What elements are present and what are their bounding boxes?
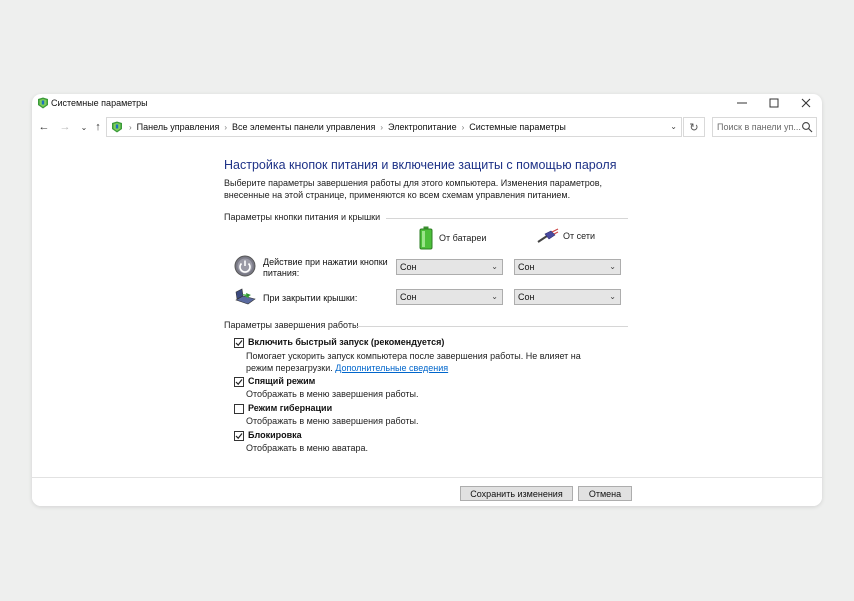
- breadcrumb-separator-icon: ›: [224, 122, 228, 132]
- ac-column-header: От сети: [537, 228, 595, 244]
- page-title: Настройка кнопок питания и включение защ…: [224, 158, 617, 172]
- hibernate-label: Режим гибернации: [248, 403, 333, 413]
- section-divider: [386, 218, 628, 219]
- lock-checkbox[interactable]: [234, 431, 244, 441]
- minimize-button[interactable]: [726, 94, 758, 112]
- refresh-button[interactable]: ↻: [683, 117, 705, 137]
- control-panel-icon: [38, 97, 48, 109]
- chevron-down-icon: ⌄: [80, 122, 88, 132]
- lid-close-ac-select[interactable]: Сон ⌄: [514, 289, 621, 305]
- maximize-button[interactable]: [758, 94, 790, 112]
- power-button-ac-value: Сон: [518, 262, 535, 272]
- breadcrumb: › Панель управления › Все элементы панел…: [124, 122, 566, 132]
- search-input[interactable]: [717, 120, 801, 134]
- breadcrumb-separator-icon: ›: [461, 122, 465, 132]
- lid-close-ac-value: Сон: [518, 292, 535, 302]
- dialog-footer: Сохранить изменения Отмена: [32, 477, 822, 506]
- forward-button[interactable]: →: [58, 119, 72, 135]
- power-plug-icon: [537, 228, 559, 243]
- fast-startup-checkbox[interactable]: [234, 338, 244, 348]
- lid-close-action-label: При закрытии крышки:: [263, 293, 358, 303]
- save-changes-button[interactable]: Сохранить изменения: [460, 486, 573, 501]
- shutdown-section-heading-text: Параметры завершения работы: [224, 320, 359, 330]
- hibernate-description: Отображать в меню завершения работы.: [246, 416, 419, 426]
- close-button[interactable]: [790, 94, 822, 112]
- arrow-up-icon: ↑: [95, 121, 101, 133]
- navigation-bar: ← → ⌄ ↑ › Панель управления › Все элемен…: [32, 116, 822, 138]
- arrow-left-icon: ←: [38, 121, 50, 133]
- ac-column-label: От сети: [563, 231, 595, 241]
- lock-option[interactable]: Блокировка: [234, 430, 302, 441]
- control-panel-icon: [112, 121, 122, 133]
- power-button-ac-select[interactable]: Сон ⌄: [514, 259, 621, 275]
- sleep-checkbox[interactable]: [234, 377, 244, 387]
- cancel-button[interactable]: Отмена: [578, 486, 632, 501]
- battery-column-header: От батареи: [419, 226, 486, 250]
- chevron-down-icon: ⌄: [491, 292, 498, 301]
- power-button-icon: [234, 255, 256, 277]
- breadcrumb-item-system-settings[interactable]: Системные параметры: [469, 122, 566, 132]
- power-button-battery-select[interactable]: Сон ⌄: [396, 259, 503, 275]
- checkmark-icon: [235, 433, 243, 440]
- power-button-action-label: Действие при нажатии кнопки питания:: [263, 257, 388, 278]
- title-bar: Системные параметры: [32, 94, 822, 114]
- chevron-down-icon: ⌄: [609, 262, 616, 271]
- battery-icon: [419, 226, 433, 250]
- more-info-link[interactable]: Дополнительные сведения: [335, 363, 448, 373]
- sleep-option[interactable]: Спящий режим: [234, 376, 315, 387]
- address-history-chevron-icon[interactable]: ⌄: [670, 122, 677, 131]
- refresh-icon: ↻: [689, 121, 699, 134]
- main-content: Настройка кнопок питания и включение защ…: [32, 140, 822, 480]
- power-button-battery-value: Сон: [400, 262, 417, 272]
- minimize-icon: [737, 102, 747, 104]
- address-bar[interactable]: › Панель управления › Все элементы панел…: [106, 117, 682, 137]
- checkmark-icon: [235, 340, 243, 347]
- battery-column-label: От батареи: [439, 233, 487, 243]
- lid-close-battery-value: Сон: [400, 292, 417, 302]
- lid-close-battery-select[interactable]: Сон ⌄: [396, 289, 503, 305]
- hibernate-option[interactable]: Режим гибернации: [234, 403, 332, 414]
- laptop-lid-icon: [235, 288, 256, 305]
- power-buttons-section-heading: Параметры кнопки питания и крышки: [224, 212, 380, 222]
- lock-description: Отображать в меню аватара.: [246, 443, 369, 453]
- window-title: Системные параметры: [51, 98, 148, 108]
- breadcrumb-item-control-panel[interactable]: Панель управления: [137, 122, 220, 132]
- shutdown-section-heading: Параметры завершения работы: [224, 320, 358, 330]
- lock-label: Блокировка: [248, 430, 302, 440]
- fast-startup-option[interactable]: Включить быстрый запуск (рекомендуется): [234, 337, 444, 348]
- chevron-down-icon: ⌄: [609, 292, 616, 301]
- checkmark-icon: [235, 379, 243, 386]
- search-icon[interactable]: [801, 121, 813, 133]
- section-divider: [357, 326, 628, 327]
- search-box: [712, 117, 817, 137]
- arrow-right-icon: →: [59, 121, 71, 133]
- power-section-heading-text: Параметры кнопки питания и крышки: [224, 212, 381, 222]
- up-button[interactable]: ↑: [91, 119, 105, 135]
- fast-startup-description: Помогает ускорить запуск компьютера посл…: [246, 350, 606, 374]
- chevron-down-icon: ⌄: [491, 262, 498, 271]
- breadcrumb-separator-icon: ›: [380, 122, 384, 132]
- sleep-description: Отображать в меню завершения работы.: [246, 389, 419, 399]
- back-button[interactable]: ←: [37, 119, 51, 135]
- breadcrumb-item-power-options[interactable]: Электропитание: [388, 122, 457, 132]
- breadcrumb-item-all-items[interactable]: Все элементы панели управления: [232, 122, 375, 132]
- hibernate-checkbox[interactable]: [234, 404, 244, 414]
- page-description: Выберите параметры завершения работы для…: [224, 178, 603, 200]
- breadcrumb-separator-icon: ›: [129, 122, 132, 132]
- recent-locations-button[interactable]: ⌄: [77, 119, 91, 135]
- system-settings-window: Системные параметры ← → ⌄ ↑ › Панель упр…: [32, 94, 822, 506]
- maximize-icon: [769, 98, 779, 108]
- sleep-label: Спящий режим: [248, 376, 316, 386]
- fast-startup-label: Включить быстрый запуск (рекомендуется): [248, 337, 445, 347]
- close-icon: [801, 98, 811, 108]
